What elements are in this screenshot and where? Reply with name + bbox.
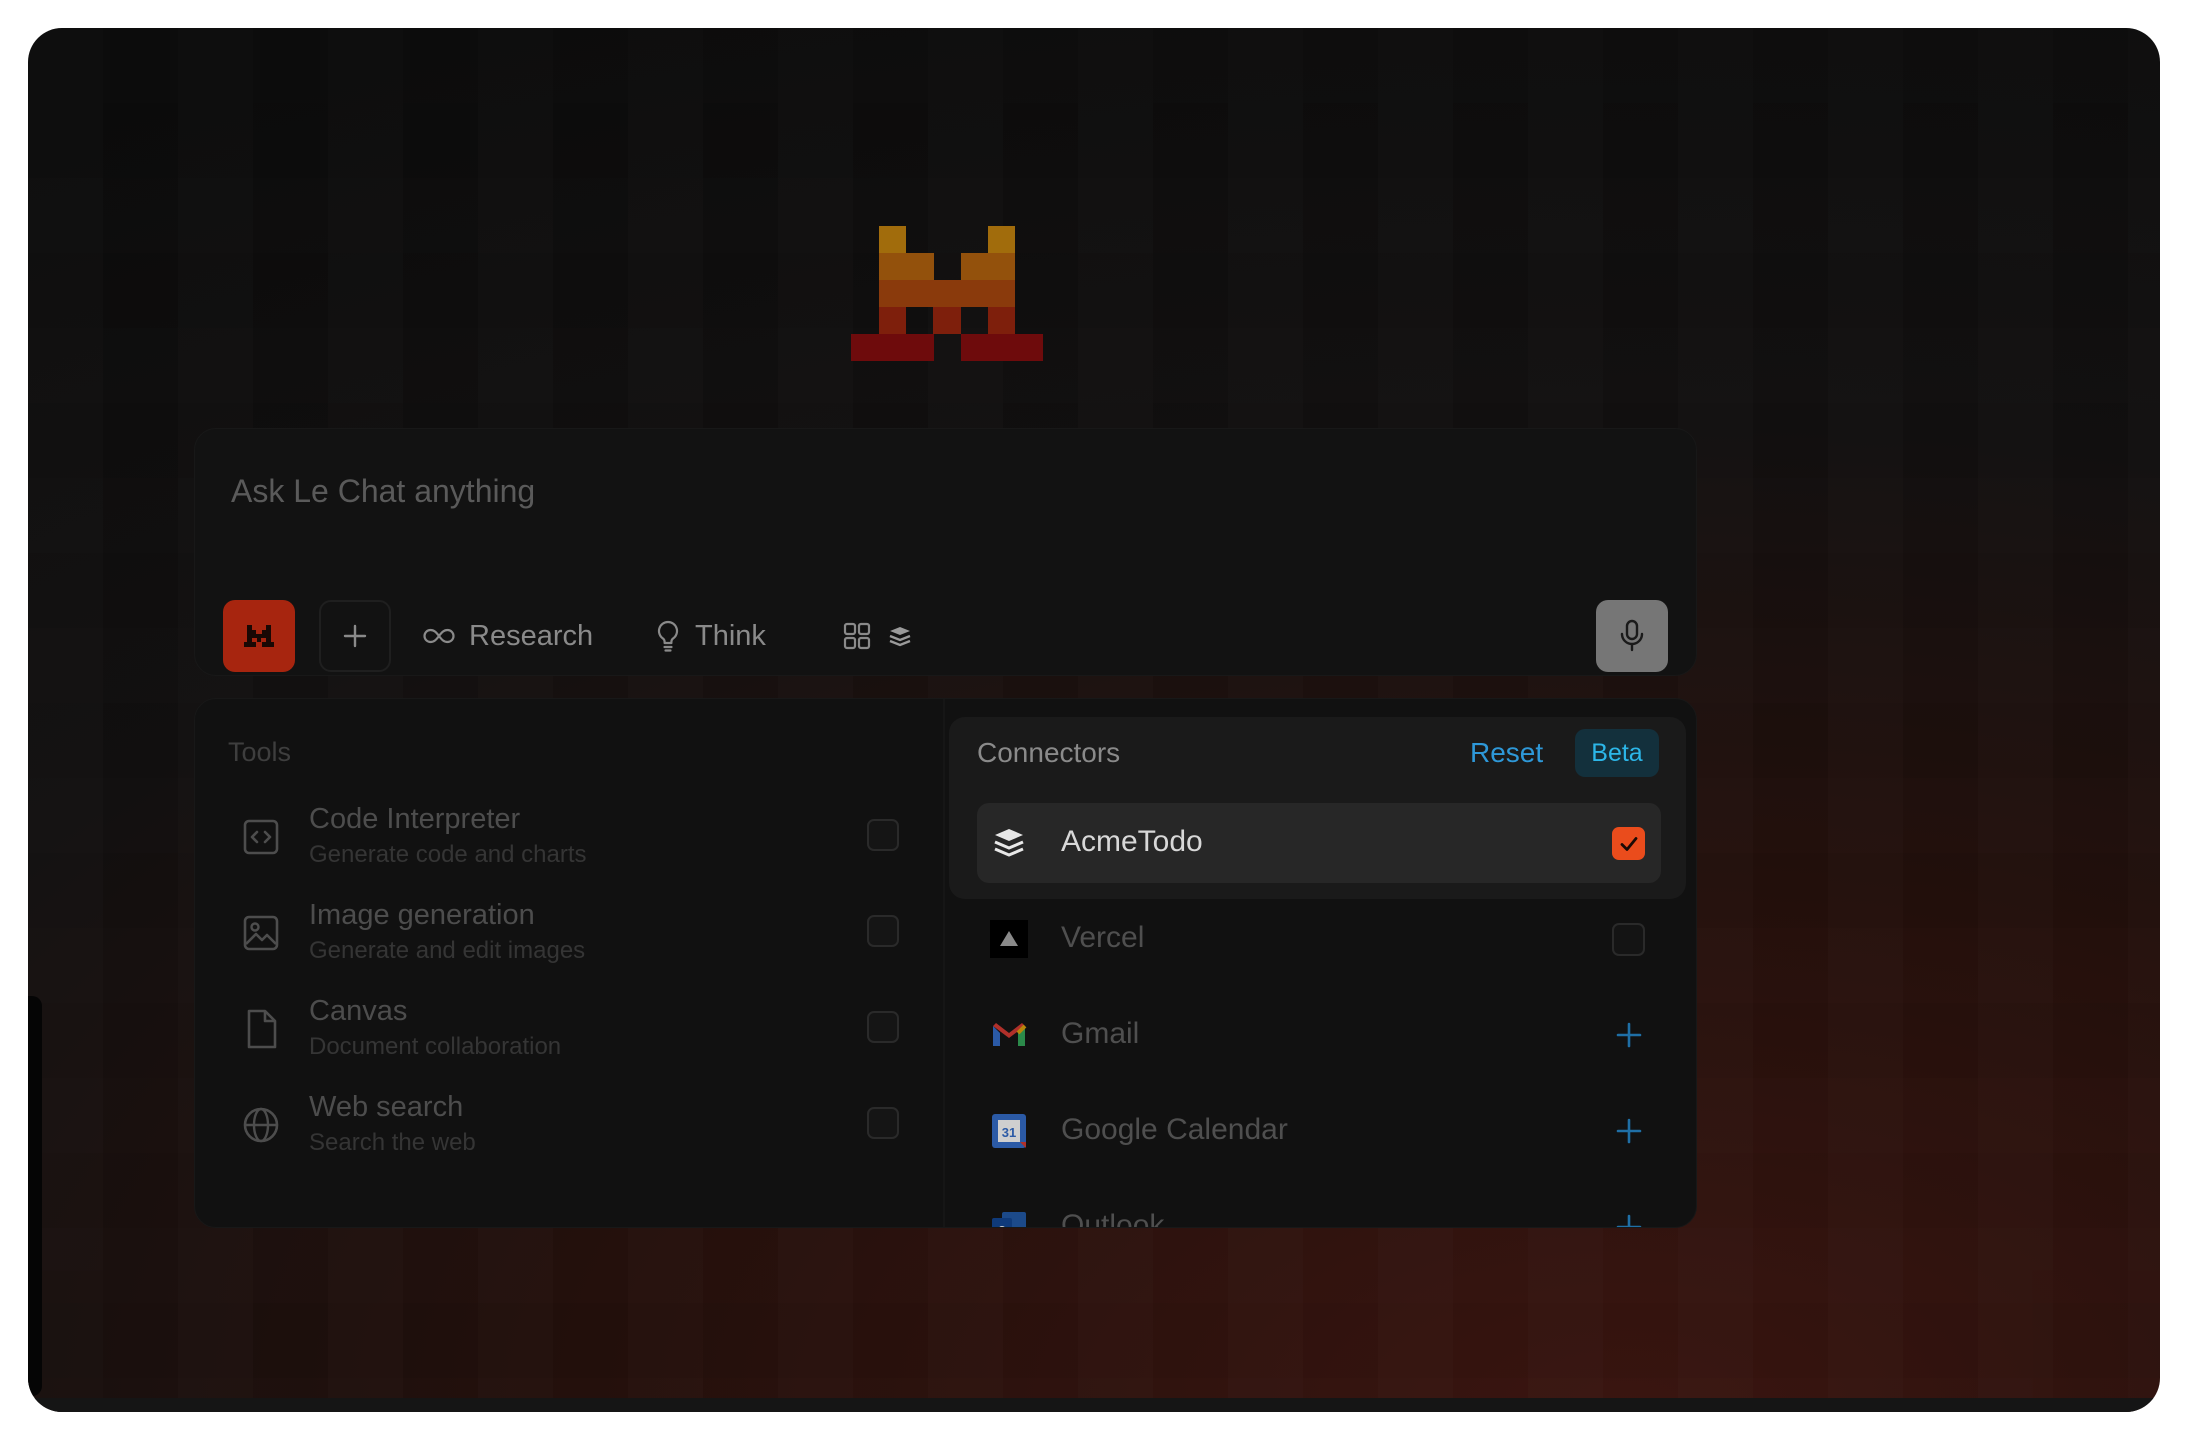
- research-button[interactable]: Research: [423, 600, 593, 672]
- tools-section: Tools Code Interpreter Generate code and…: [195, 699, 943, 1227]
- connector-vercel[interactable]: Vercel: [977, 899, 1661, 979]
- connector-label: AcmeTodo: [1061, 825, 1203, 858]
- bottom-strip: [28, 1398, 2160, 1412]
- connector-outlook[interactable]: o Outlook: [977, 1187, 1661, 1228]
- vercel-icon: [990, 920, 1028, 958]
- tool-code-interpreter[interactable]: Code Interpreter Generate code and chart…: [223, 799, 903, 879]
- composer-toolbar: Research Think: [223, 600, 1668, 672]
- connector-label: Gmail: [1061, 1017, 1140, 1050]
- tools-connectors-panel: Tools Code Interpreter Generate code and…: [194, 698, 1697, 1228]
- app-window: Ask Le Chat anything Research Think Tool…: [28, 28, 2160, 1412]
- tool-title: Image generation: [309, 899, 535, 931]
- lightbulb-icon: [657, 620, 679, 652]
- tool-checkbox[interactable]: [867, 1107, 899, 1139]
- outlook-icon: o: [992, 1212, 1026, 1228]
- tool-title: Canvas: [309, 995, 408, 1027]
- tool-web-search[interactable]: Web search Search the web: [223, 1087, 903, 1167]
- add-connector-icon[interactable]: [1611, 1209, 1647, 1228]
- connectors-header: Connectors: [977, 737, 1121, 768]
- grid-icon: [843, 622, 871, 650]
- tool-checkbox[interactable]: [867, 819, 899, 851]
- chat-input[interactable]: Ask Le Chat anything: [231, 473, 535, 510]
- tools-header: Tools: [228, 737, 292, 767]
- tool-image-generation[interactable]: Image generation Generate and edit image…: [223, 895, 903, 975]
- checkmark-icon: [1620, 836, 1637, 851]
- voice-input-button[interactable]: [1596, 600, 1668, 672]
- beta-badge: Beta: [1575, 729, 1659, 777]
- tool-subtitle: Generate code and charts: [309, 841, 587, 868]
- think-button[interactable]: Think: [655, 600, 766, 672]
- sidebar-edge: [28, 996, 42, 1396]
- gmail-icon: [993, 1023, 1027, 1046]
- tool-title: Code Interpreter: [309, 803, 521, 835]
- tool-title: Web search: [309, 1091, 464, 1123]
- connector-gmail[interactable]: Gmail: [977, 995, 1661, 1075]
- chat-composer: Ask Le Chat anything Research Think: [194, 428, 1697, 676]
- attach-button[interactable]: [319, 600, 391, 672]
- think-label: Think: [695, 619, 766, 652]
- mistral-mini-icon: [244, 625, 274, 647]
- plus-icon: [343, 624, 367, 648]
- document-icon: [247, 1009, 277, 1049]
- code-icon: [243, 819, 279, 855]
- connector-label: Google Calendar: [1061, 1113, 1288, 1146]
- tool-checkbox[interactable]: [867, 915, 899, 947]
- reset-link[interactable]: Reset: [1470, 737, 1543, 769]
- tool-subtitle: Generate and edit images: [309, 937, 586, 964]
- connector-acmetodo[interactable]: AcmeTodo: [977, 803, 1661, 883]
- svg-text:o: o: [998, 1221, 1006, 1228]
- tool-subtitle: Document collaboration: [309, 1033, 562, 1060]
- connector-checkbox[interactable]: [1612, 827, 1645, 860]
- infinity-icon: [423, 628, 455, 644]
- mistral-logo: [851, 198, 1043, 361]
- add-connector-icon[interactable]: [1611, 1113, 1647, 1149]
- add-connector-icon[interactable]: [1611, 1017, 1647, 1053]
- acmetodo-small-icon: [889, 627, 911, 647]
- research-label: Research: [469, 619, 594, 652]
- connector-checkbox[interactable]: [1612, 923, 1645, 956]
- image-icon: [243, 915, 279, 951]
- connector-google-calendar[interactable]: 31 Google Calendar: [977, 1091, 1661, 1171]
- globe-icon: [243, 1107, 279, 1143]
- connectors-toggle-button[interactable]: [843, 600, 913, 672]
- acmetodo-icon: [994, 829, 1024, 857]
- microphone-icon: [1620, 619, 1644, 652]
- connector-label: Outlook: [1061, 1209, 1165, 1228]
- google-calendar-icon: 31: [992, 1114, 1026, 1148]
- svg-text:31: 31: [1002, 1125, 1016, 1140]
- tool-subtitle: Search the web: [309, 1129, 476, 1156]
- connectors-section: Connectors Reset Beta AcmeTodo Vercel Gm…: [945, 699, 1696, 1227]
- tool-canvas[interactable]: Canvas Document collaboration: [223, 991, 903, 1071]
- connector-label: Vercel: [1061, 921, 1145, 954]
- model-selector-button[interactable]: [223, 600, 295, 672]
- tool-checkbox[interactable]: [867, 1011, 899, 1043]
